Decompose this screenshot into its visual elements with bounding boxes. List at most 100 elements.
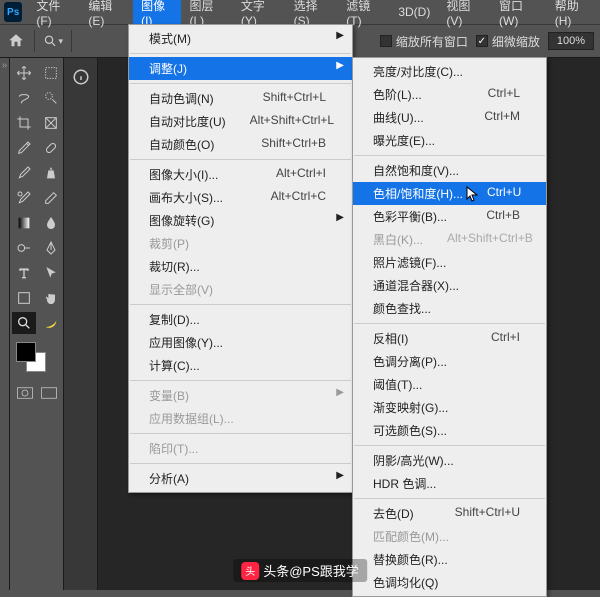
menu-help[interactable]: 帮助(H) bbox=[547, 0, 600, 31]
zoom-value-field[interactable]: 100% bbox=[548, 32, 594, 50]
menu-reveal-all: 显示全部(V) bbox=[129, 278, 352, 301]
frame-tool-icon[interactable] bbox=[39, 112, 63, 134]
separator bbox=[71, 30, 72, 52]
image-menu-dropdown: 模式(M)▶ 调整(J)▶ 自动色调(N)Shift+Ctrl+L 自动对比度(… bbox=[128, 24, 353, 493]
adjustments-submenu: 亮度/对比度(C)... 色阶(L)...Ctrl+L 曲线(U)...Ctrl… bbox=[352, 57, 547, 597]
color-swatches[interactable] bbox=[12, 342, 61, 378]
clone-tool-icon[interactable] bbox=[39, 162, 63, 184]
menu-file[interactable]: 文件(F) bbox=[28, 0, 80, 31]
eraser-tool-icon[interactable] bbox=[39, 187, 63, 209]
menu-apply-image[interactable]: 应用图像(Y)... bbox=[129, 331, 352, 354]
separator bbox=[130, 83, 351, 84]
menu-hdr-toning[interactable]: HDR 色调... bbox=[353, 472, 546, 495]
separator bbox=[354, 498, 545, 499]
menu-image-rotation[interactable]: 图像旋转(G)▶ bbox=[129, 209, 352, 232]
zoom-tool-icon[interactable]: ▾ bbox=[43, 31, 63, 51]
menu-auto-tone[interactable]: 自动色调(N)Shift+Ctrl+L bbox=[129, 87, 352, 110]
separator bbox=[130, 304, 351, 305]
history-brush-tool-icon[interactable] bbox=[12, 187, 36, 209]
zoom-all-label: 缩放所有窗口 bbox=[396, 33, 468, 50]
separator bbox=[34, 30, 35, 52]
healing-tool-icon[interactable] bbox=[39, 137, 63, 159]
menu-crop: 裁剪(P) bbox=[129, 232, 352, 255]
menu-exposure[interactable]: 曝光度(E)... bbox=[353, 129, 546, 152]
dodge-tool-icon[interactable] bbox=[12, 237, 36, 259]
crop-tool-icon[interactable] bbox=[12, 112, 36, 134]
menu-gradient-map[interactable]: 渐变映射(G)... bbox=[353, 396, 546, 419]
panel-dock bbox=[64, 58, 98, 590]
zoom-tool-icon[interactable] bbox=[12, 312, 36, 334]
scrubby-label: 细微缩放 bbox=[492, 33, 540, 50]
separator bbox=[354, 445, 545, 446]
menu-equalize[interactable]: 色调均化(Q) bbox=[353, 571, 546, 594]
info-panel-icon[interactable] bbox=[68, 64, 94, 90]
watermark: 头 头条@PS跟我学 bbox=[233, 559, 367, 582]
eyedropper-tool-icon[interactable] bbox=[12, 137, 36, 159]
type-tool-icon[interactable] bbox=[12, 262, 36, 284]
menu-edit[interactable]: 编辑(E) bbox=[80, 0, 133, 31]
separator bbox=[130, 53, 351, 54]
menu-selective-color[interactable]: 可选颜色(S)... bbox=[353, 419, 546, 442]
menu-mode[interactable]: 模式(M)▶ bbox=[129, 27, 352, 50]
separator bbox=[354, 155, 545, 156]
menu-shadows-highlights[interactable]: 阴影/高光(W)... bbox=[353, 449, 546, 472]
menu-duplicate[interactable]: 复制(D)... bbox=[129, 308, 352, 331]
menu-invert[interactable]: 反相(I)Ctrl+I bbox=[353, 327, 546, 350]
scrubby-zoom-checkbox[interactable]: ✓ 细微缩放 bbox=[476, 33, 540, 50]
screenmode-icon[interactable] bbox=[40, 386, 58, 400]
toutiao-icon: 头 bbox=[241, 562, 259, 580]
menu-auto-contrast[interactable]: 自动对比度(U)Alt+Shift+Ctrl+L bbox=[129, 110, 352, 133]
menu-curves[interactable]: 曲线(U)...Ctrl+M bbox=[353, 106, 546, 129]
marquee-tool-icon[interactable] bbox=[39, 62, 63, 84]
collapse-strip[interactable]: » bbox=[0, 58, 10, 590]
menu-black-white: 黑白(K)...Alt+Shift+Ctrl+B bbox=[353, 228, 546, 251]
menu-threshold[interactable]: 阈值(T)... bbox=[353, 373, 546, 396]
menu-levels[interactable]: 色阶(L)...Ctrl+L bbox=[353, 83, 546, 106]
separator bbox=[354, 323, 545, 324]
menu-posterize[interactable]: 色调分离(P)... bbox=[353, 350, 546, 373]
menu-replace-color[interactable]: 替换颜色(R)... bbox=[353, 548, 546, 571]
foreground-swatch[interactable] bbox=[16, 342, 36, 362]
move-tool-icon[interactable] bbox=[12, 62, 36, 84]
brush-tool-icon[interactable] bbox=[12, 162, 36, 184]
blur-tool-icon[interactable] bbox=[39, 212, 63, 234]
menu-color-balance[interactable]: 色彩平衡(B)...Ctrl+B bbox=[353, 205, 546, 228]
menubar: Ps 文件(F) 编辑(E) 图像(I) 图层(L) 文字(Y) 选择(S) 滤… bbox=[0, 0, 600, 24]
gradient-tool-icon[interactable] bbox=[12, 212, 36, 234]
menu-photo-filter[interactable]: 照片滤镜(F)... bbox=[353, 251, 546, 274]
menu-analysis[interactable]: 分析(A)▶ bbox=[129, 467, 352, 490]
home-icon[interactable] bbox=[6, 31, 26, 51]
menu-hue-saturation[interactable]: 色相/饱和度(H)...Ctrl+U bbox=[353, 182, 546, 205]
menu-trim[interactable]: 裁切(R)... bbox=[129, 255, 352, 278]
separator bbox=[130, 380, 351, 381]
menu-canvas-size[interactable]: 画布大小(S)...Alt+Ctrl+C bbox=[129, 186, 352, 209]
checkbox-icon: ✓ bbox=[476, 35, 488, 47]
menu-view[interactable]: 视图(V) bbox=[438, 0, 491, 31]
menu-desaturate[interactable]: 去色(D)Shift+Ctrl+U bbox=[353, 502, 546, 525]
menu-calculations[interactable]: 计算(C)... bbox=[129, 354, 352, 377]
menu-image-size[interactable]: 图像大小(I)...Alt+Ctrl+I bbox=[129, 163, 352, 186]
hand-tool-icon[interactable] bbox=[39, 287, 63, 309]
menu-apply-dataset: 应用数据组(L)... bbox=[129, 407, 352, 430]
watermark-text: 头条@PS跟我学 bbox=[263, 561, 359, 580]
quickmask-icon[interactable] bbox=[16, 386, 34, 400]
separator bbox=[130, 463, 351, 464]
lasso-tool-icon[interactable] bbox=[12, 87, 36, 109]
menu-vibrance[interactable]: 自然饱和度(V)... bbox=[353, 159, 546, 182]
quick-select-tool-icon[interactable] bbox=[39, 87, 63, 109]
pen-tool-icon[interactable] bbox=[39, 237, 63, 259]
path-select-tool-icon[interactable] bbox=[39, 262, 63, 284]
menu-color-lookup[interactable]: 颜色查找... bbox=[353, 297, 546, 320]
banana-icon[interactable] bbox=[39, 312, 63, 334]
menu-match-color: 匹配颜色(M)... bbox=[353, 525, 546, 548]
menu-3d[interactable]: 3D(D) bbox=[390, 2, 438, 22]
shape-tool-icon[interactable] bbox=[12, 287, 36, 309]
menu-window[interactable]: 窗口(W) bbox=[491, 0, 547, 31]
menu-trap: 陷印(T)... bbox=[129, 437, 352, 460]
menu-brightness-contrast[interactable]: 亮度/对比度(C)... bbox=[353, 60, 546, 83]
ps-logo-icon: Ps bbox=[4, 2, 22, 22]
menu-channel-mixer[interactable]: 通道混合器(X)... bbox=[353, 274, 546, 297]
menu-auto-color[interactable]: 自动颜色(O)Shift+Ctrl+B bbox=[129, 133, 352, 156]
menu-adjustments[interactable]: 调整(J)▶ bbox=[129, 57, 352, 80]
zoom-all-windows-checkbox[interactable]: 缩放所有窗口 bbox=[380, 33, 468, 50]
